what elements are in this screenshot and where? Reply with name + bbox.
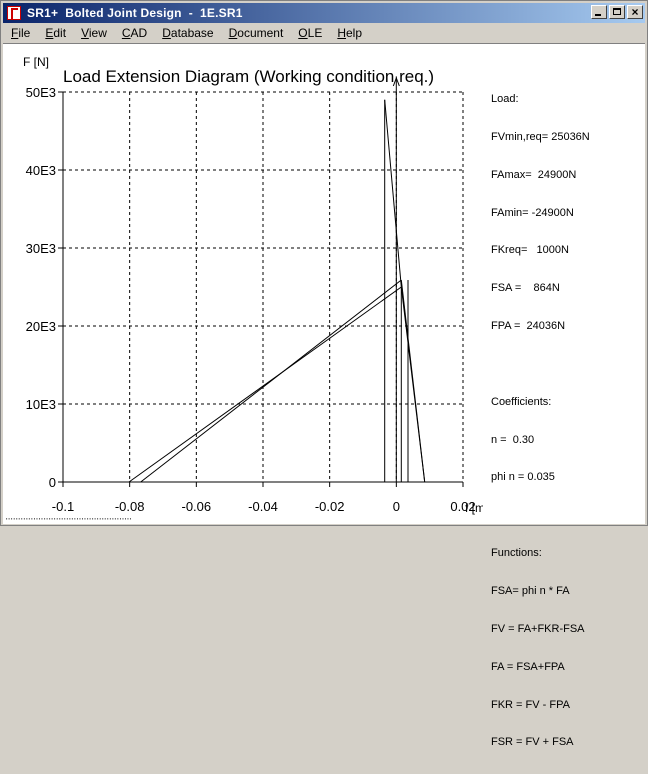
functions-heading: Functions:	[491, 547, 542, 560]
diagram-area: -0.1 -0.08 -0.06 -0.04 -0.02 0 0.02 0 10E3 20E3 30…	[3, 43, 645, 748]
menu-document-mnemonic: D	[228, 26, 238, 40]
chart-title: Load Extension Diagram (Working conditio…	[63, 67, 434, 86]
menu-database-label: atabase	[170, 26, 214, 40]
function-line: FKR = FV - FPA	[491, 698, 570, 711]
menu-file[interactable]: File	[3, 26, 37, 40]
window-title: SR1+ Bolted Joint Design - 1E.SR1	[27, 6, 243, 20]
function-line: FSA= phi n * FA	[491, 585, 570, 598]
menu-cad-mnemonic: C	[121, 26, 131, 40]
load-line: FAmin= -24900N	[491, 206, 574, 219]
y-tick-label: 10E3	[26, 397, 56, 412]
menu-edit-label: dit	[53, 26, 67, 40]
chart-series	[128, 76, 426, 483]
maximize-button[interactable]	[609, 5, 625, 19]
y-tick-label: 0	[49, 475, 56, 490]
minimize-icon	[595, 14, 601, 16]
y-tick-label: 40E3	[26, 163, 56, 178]
series-line	[400, 279, 426, 483]
menu-ole-label: LE	[307, 26, 323, 40]
menu-document-label: ocument	[237, 26, 284, 40]
menu-bar: File Edit View CAD Database Document OLE…	[3, 24, 645, 42]
title-bar[interactable]: SR1+ Bolted Joint Design - 1E.SR1 ×	[3, 3, 645, 23]
load-line: FPA = 24036N	[491, 319, 566, 332]
load-heading: Load:	[491, 93, 519, 106]
x-tick-label: -0.02	[315, 499, 345, 514]
menu-view-label: iew	[88, 26, 107, 40]
window-controls: ×	[589, 5, 643, 19]
x-tick-label: 0	[393, 499, 400, 514]
series-line	[128, 286, 402, 483]
series-line	[140, 279, 402, 483]
x-tick-label: -0.1	[52, 499, 74, 514]
chart-y-axis-label: F [N]	[23, 55, 49, 69]
load-line: FAmax= 24900N	[491, 168, 577, 181]
maximize-icon	[613, 8, 621, 15]
x-tick-label: -0.04	[248, 499, 278, 514]
coefficient-line: n = 0.30	[491, 433, 535, 446]
y-tick-label: 20E3	[26, 319, 56, 334]
menu-ole-mnemonic: O	[298, 26, 308, 40]
chart-grid	[63, 91, 464, 482]
results-panel: Load: FVmin,req= 25036N FAmax= 24900N FA…	[491, 68, 590, 774]
load-line: FSA = 864N	[491, 282, 560, 295]
menu-help-mnemonic: H	[337, 26, 346, 40]
load-line: FVmin,req= 25036N	[491, 130, 590, 143]
menu-help-label: elp	[346, 26, 363, 40]
menu-help[interactable]: Help	[329, 26, 369, 40]
function-line: FSR = FV + FSA	[491, 736, 574, 749]
close-icon: ×	[631, 5, 639, 19]
x-tick-label: -0.06	[182, 499, 212, 514]
menu-database[interactable]: Database	[154, 26, 220, 40]
minimize-button[interactable]	[591, 5, 607, 19]
menu-cad[interactable]: CAD	[114, 26, 154, 40]
app-window: SR1+ Bolted Joint Design - 1E.SR1 × File…	[0, 0, 648, 748]
y-tick-label: 30E3	[26, 241, 56, 256]
function-line: FA = FSA+FPA	[491, 660, 565, 673]
menu-view-mnemonic: V	[81, 26, 89, 40]
menu-file-label: ile	[18, 26, 31, 40]
series-line	[384, 99, 402, 288]
coefficient-line: phi n = 0.035	[491, 471, 555, 484]
coefficients-heading: Coefficients:	[491, 395, 552, 408]
y-tick-label: 50E3	[26, 85, 56, 100]
menu-database-mnemonic: D	[162, 26, 171, 40]
app-icon[interactable]	[7, 6, 21, 20]
close-button[interactable]: ×	[627, 5, 643, 19]
x-tick-label: -0.08	[115, 499, 145, 514]
chart-x-axis-label: f [mm]	[465, 501, 483, 515]
menu-view[interactable]: View	[73, 26, 114, 40]
menu-document[interactable]: Document	[221, 26, 291, 40]
menu-ole[interactable]: OLE	[290, 26, 329, 40]
function-line: FV = FA+FKR-FSA	[491, 622, 585, 635]
status-strip: ▪ ▪ ▪ ▪ ▪ ▪ ▪ ▪ ▪ ▪ ▪ ▪ ▪ ▪ ▪ ▪ ▪ ▪ ▪ ▪ …	[6, 516, 132, 521]
load-extension-chart: -0.1 -0.08 -0.06 -0.04 -0.02 0 0.02010E320E330…	[23, 55, 483, 515]
menu-cad-label: AD	[130, 26, 148, 40]
load-line: FKreq= 1000N	[491, 244, 569, 257]
menu-edit[interactable]: Edit	[37, 26, 73, 40]
